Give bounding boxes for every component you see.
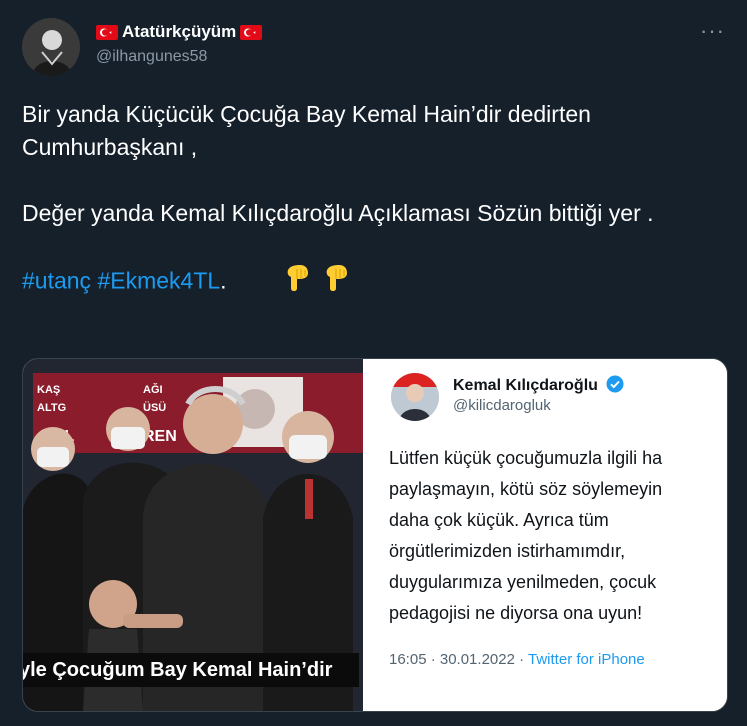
media-photo[interactable]: KAŞ AĞI ALTG ÜSÜ AÇIL REN bbox=[23, 359, 363, 711]
tweet-line-2: Değer yanda Kemal Kılıçdaroğlu Açıklamas… bbox=[22, 200, 654, 226]
embedded-line: pedagojisi ne diyorsa ona uyun! bbox=[389, 603, 643, 623]
embedded-avatar bbox=[391, 373, 439, 421]
sign-text: ÜSÜ bbox=[143, 401, 166, 414]
photo-caption: yle Çocuğum Bay Kemal Hain’dir bbox=[23, 653, 359, 687]
pointing-down-emoji-icon bbox=[285, 263, 311, 302]
verified-badge-icon bbox=[606, 375, 624, 398]
sign-text: ALTG bbox=[37, 402, 66, 414]
sign-text: AĞI bbox=[143, 383, 163, 396]
embedded-tweet-meta: 16:05 · 30.01.2022 · Twitter for iPhone bbox=[389, 651, 645, 668]
embedded-line: paylaşmayın, kötü söz söylemeyin bbox=[389, 479, 663, 499]
tweet-text: Bir yanda Küçücük Çocuğa Bay Kemal Hain’… bbox=[22, 98, 732, 302]
hashtag-link[interactable]: #utanç bbox=[22, 268, 91, 294]
hashtag-row: #utanç #Ekmek4TL. bbox=[22, 263, 732, 302]
flag-icon bbox=[240, 24, 263, 40]
embedded-author-name: Kemal Kılıçdaroğlu bbox=[453, 375, 624, 398]
pointing-down-emoji-icon bbox=[324, 263, 350, 302]
trailing-text: . bbox=[220, 267, 227, 294]
embedded-tweet-screenshot: Kemal Kılıçdaroğlu @kilicdarogluk Lütfen… bbox=[363, 359, 727, 711]
author-avatar[interactable] bbox=[22, 18, 80, 76]
embedded-line: duygularımıza yenilmeden, çocuk bbox=[389, 572, 657, 592]
embedded-name-text: Kemal Kılıçdaroğlu bbox=[453, 377, 598, 394]
tweet-media[interactable]: KAŞ AĞI ALTG ÜSÜ AÇIL REN bbox=[22, 358, 728, 712]
embedded-timestamp: 16:05 · 30.01.2022 · bbox=[389, 651, 525, 668]
embedded-line: daha çok küçük. Ayrıca tüm bbox=[389, 510, 609, 530]
author-name-row[interactable]: Atatürkçüyüm bbox=[96, 22, 263, 42]
sign-text: KAŞ bbox=[37, 384, 60, 396]
embedded-source: Twitter for iPhone bbox=[528, 651, 645, 668]
embedded-tweet-text: Lütfen küçük çocuğumuzla ilgili ha payla… bbox=[389, 443, 727, 629]
author-display-name[interactable]: Atatürkçüyüm bbox=[122, 22, 236, 42]
tweet-line-1: Bir yanda Küçücük Çocuğa Bay Kemal Hain’… bbox=[22, 101, 591, 160]
more-icon[interactable]: ··· bbox=[700, 18, 725, 44]
author-handle[interactable]: @ilhangunes58 bbox=[96, 48, 207, 66]
embedded-author-handle: @kilicdarogluk bbox=[453, 397, 551, 414]
tweet-card[interactable]: Atatürkçüyüm @ilhangunes58 ··· Bir yanda… bbox=[0, 0, 747, 726]
embedded-line: Lütfen küçük çocuğumuzla ilgili ha bbox=[389, 448, 663, 468]
embedded-line: örgütlerimizden istirhamımdır, bbox=[389, 541, 626, 561]
flag-icon bbox=[96, 24, 118, 40]
hashtag-link[interactable]: #Ekmek4TL bbox=[97, 268, 220, 294]
